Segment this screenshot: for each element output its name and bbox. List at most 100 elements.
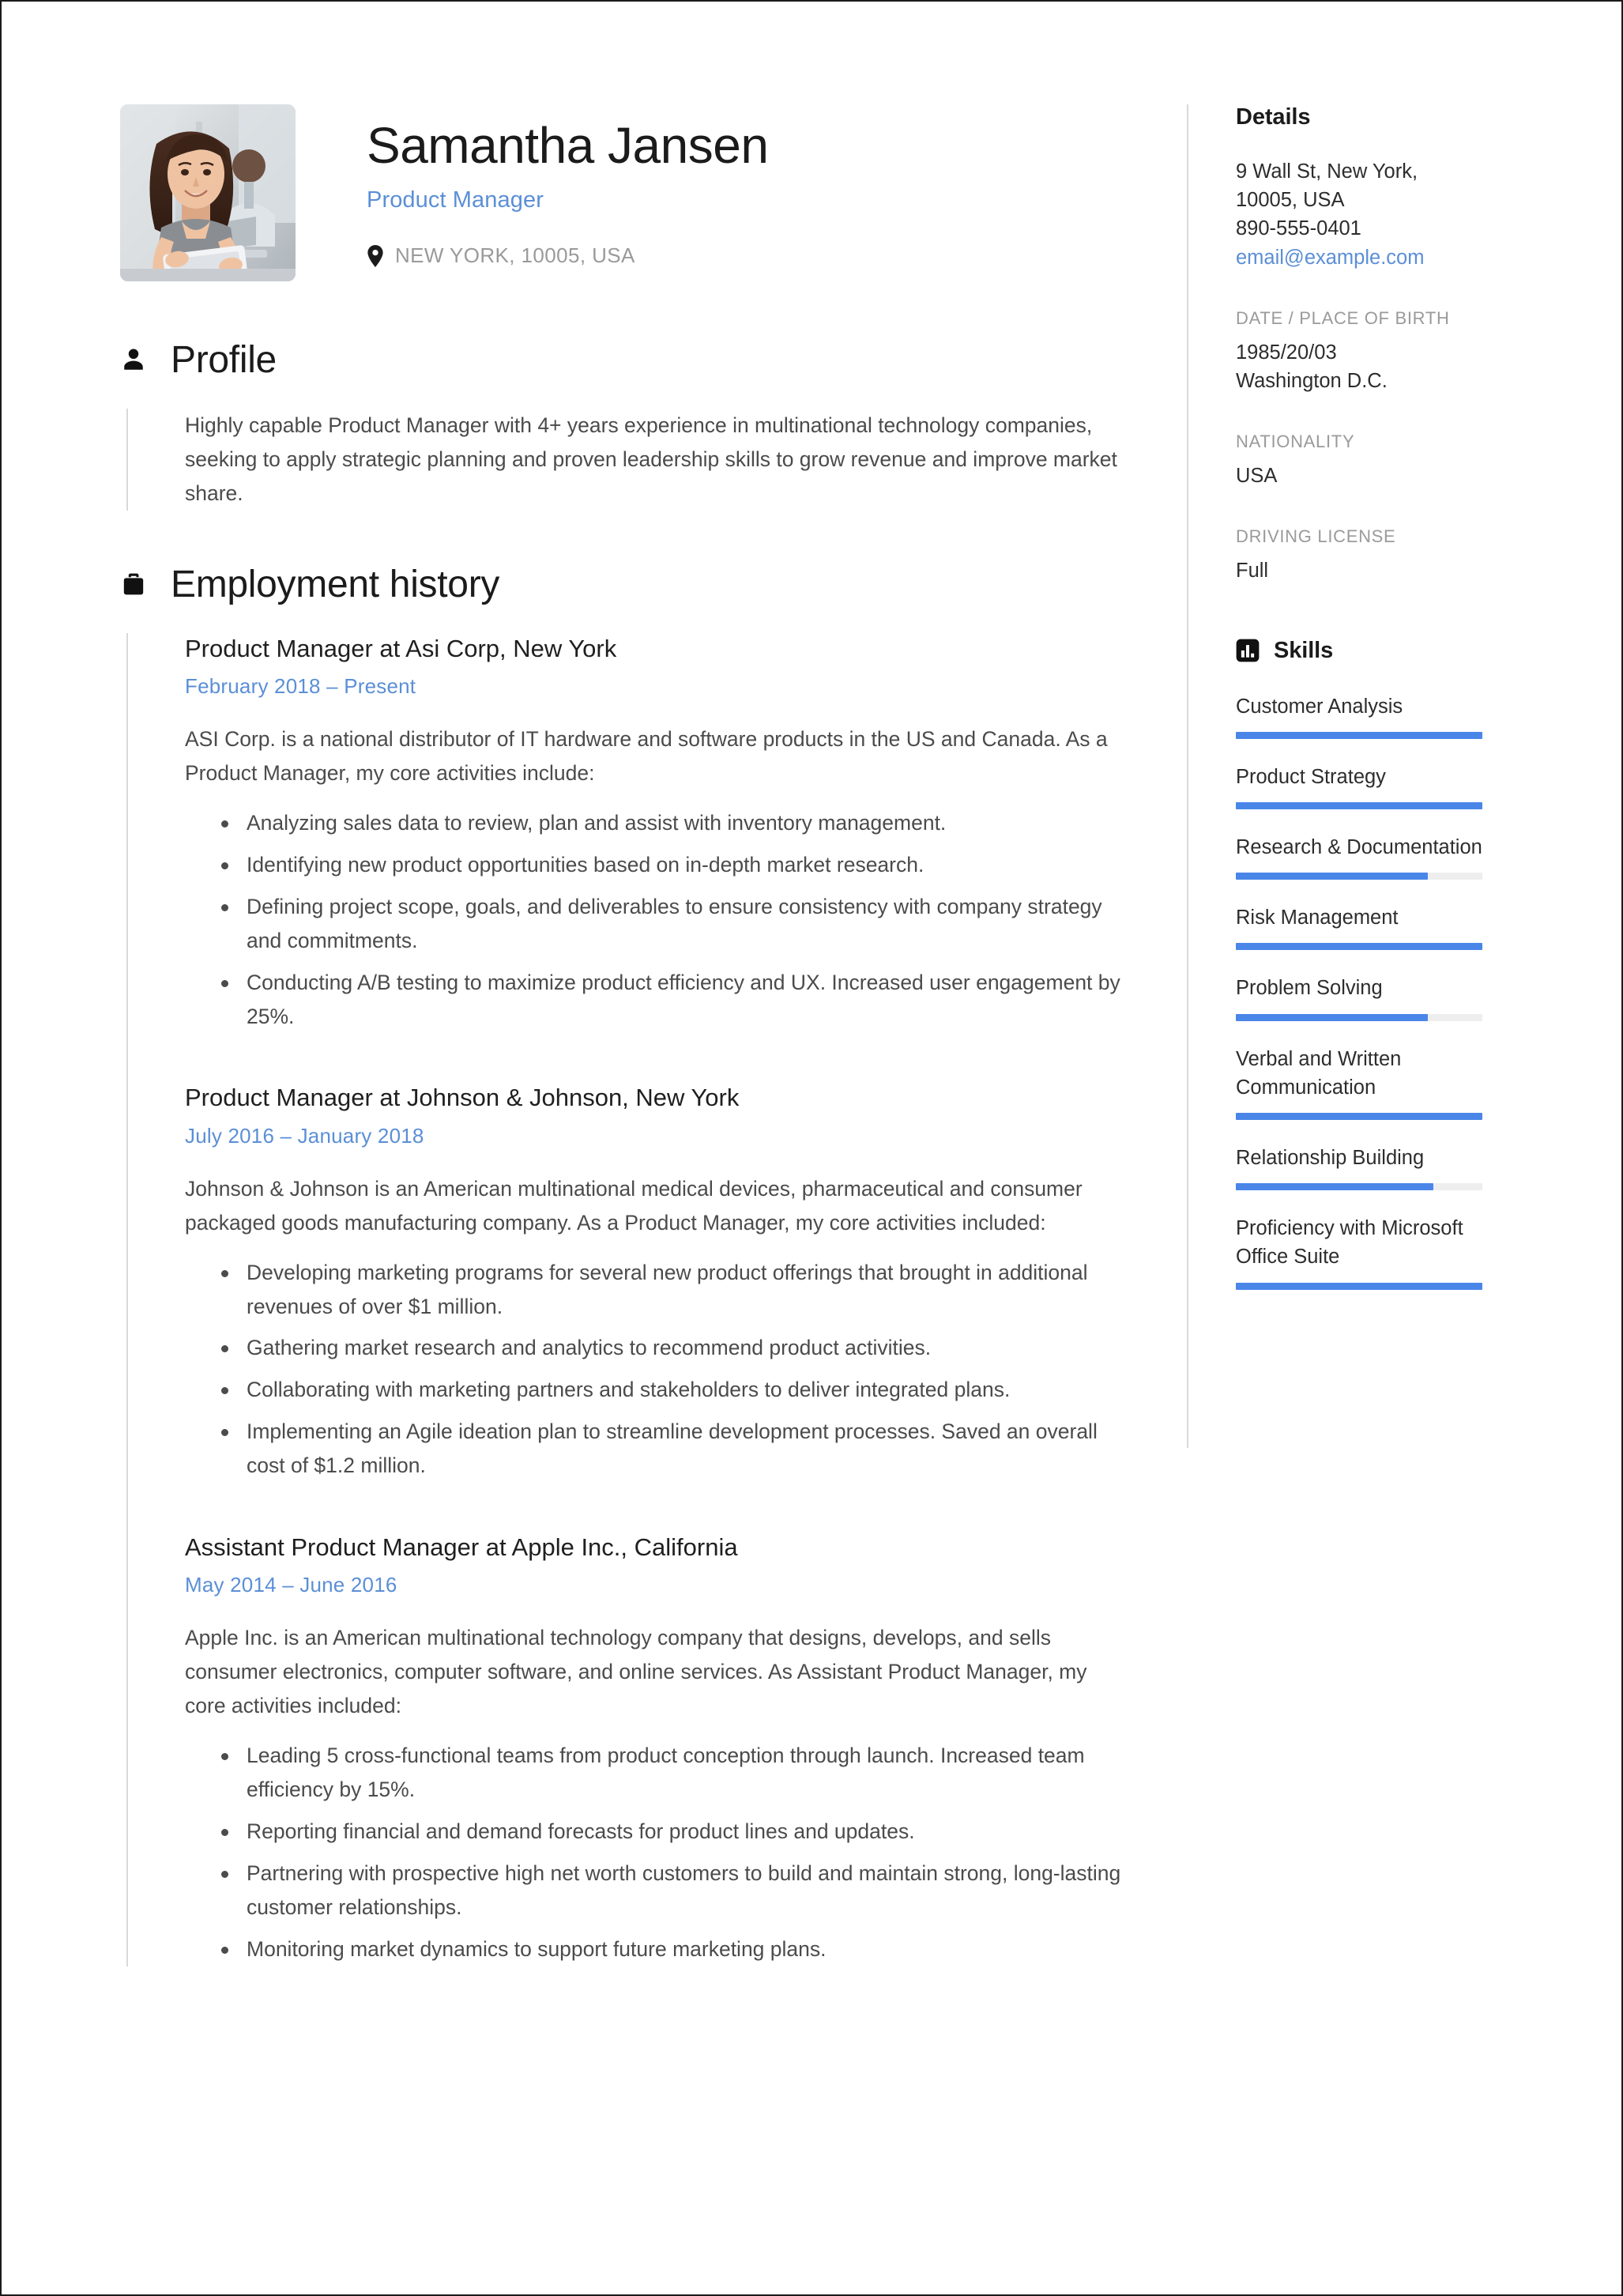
skill-item: Verbal and Written Communication — [1236, 1045, 1511, 1121]
page-title: Samantha Jansen — [367, 117, 769, 174]
email-link[interactable]: email@example.com — [1236, 243, 1511, 272]
skill-progress-track — [1236, 1013, 1482, 1021]
skill-label: Relationship Building — [1236, 1147, 1425, 1170]
profile-body: Highly capable Product Manager with 4+ y… — [126, 409, 1132, 511]
avatar-photo-icon — [120, 104, 296, 281]
address-line-1: 9 Wall St, New York, — [1236, 160, 1418, 183]
employment-entry-title: Assistant Product Manager at Apple Inc.,… — [185, 1533, 738, 1562]
details-contact-block: 9 Wall St, New York, 10005, USA 890-555-… — [1236, 157, 1511, 272]
list-item: Defining project scope, goals, and deliv… — [221, 890, 1132, 958]
detail-value: USA — [1236, 465, 1278, 488]
employment-body: Product Manager at Asi Corp, New York Fe… — [126, 632, 1132, 1966]
skill-progress-fill — [1236, 1113, 1482, 1121]
header-text-block: Samantha Jansen Product Manager NEW YORK… — [296, 104, 1132, 268]
list-item: Reporting financial and demand forecasts… — [221, 1815, 1132, 1849]
map-pin-icon — [367, 244, 383, 267]
person-icon — [124, 349, 143, 370]
skill-progress-track — [1236, 1183, 1482, 1191]
list-item: Implementing an Agile ideation plan to s… — [221, 1415, 1132, 1483]
profile-section-header: Profile — [120, 338, 1132, 382]
skill-progress-track — [1236, 1113, 1482, 1121]
employment-entry-dates: February 2018 – Present — [185, 674, 416, 699]
profile-section: Profile Highly capable Product Manager w… — [120, 338, 1132, 511]
skill-progress-track — [1236, 943, 1482, 951]
profile-text: Highly capable Product Manager with 4+ y… — [185, 413, 1117, 505]
skills-section-header: Skills — [1236, 638, 1511, 664]
detail-group-driving-license: DRIVING LICENSE Full — [1236, 526, 1511, 585]
employment-entry: Product Manager at Asi Corp, New York Fe… — [185, 633, 1132, 1034]
skill-progress-fill — [1236, 1183, 1433, 1191]
skill-progress-fill — [1236, 943, 1482, 951]
employment-entry-description: Apple Inc. is an American multinational … — [185, 1626, 1087, 1718]
skill-item: Research & Documentation — [1236, 833, 1511, 880]
phone-number: 890-555-0401 — [1236, 217, 1361, 240]
resume-sheet: Samantha Jansen Product Manager NEW YORK… — [2, 2, 1621, 2294]
detail-value: Full — [1236, 560, 1269, 582]
detail-value: 1985/20/03 — [1236, 341, 1337, 364]
skill-label: Verbal and Written Communication — [1236, 1047, 1402, 1099]
detail-group-nationality: NATIONALITY USA — [1236, 432, 1511, 490]
bar-chart-icon — [1236, 639, 1260, 662]
list-item: Analyzing sales data to review, plan and… — [221, 806, 1132, 840]
main-column: Samantha Jansen Product Manager NEW YORK… — [120, 104, 1187, 1966]
skill-item: Proficiency with Microsoft Office Suite — [1236, 1214, 1511, 1290]
detail-label: DATE / PLACE OF BIRTH — [1236, 307, 1450, 328]
location-text: NEW YORK, 10005, USA — [395, 243, 635, 268]
job-title: Product Manager — [367, 187, 544, 213]
skills-list: Customer Analysis Product Strategy Resea… — [1236, 692, 1511, 1290]
employment-entry-dates: May 2014 – June 2016 — [185, 1573, 397, 1597]
skill-item: Risk Management — [1236, 903, 1511, 951]
employment-entry-bullets: Leading 5 cross-functional teams from pr… — [185, 1739, 1132, 1966]
list-item: Collaborating with marketing partners an… — [221, 1373, 1132, 1407]
employment-section-header: Employment history — [120, 563, 1132, 606]
skill-item: Relationship Building — [1236, 1144, 1511, 1191]
resume-header: Samantha Jansen Product Manager NEW YORK… — [120, 104, 1132, 281]
detail-label: NATIONALITY — [1236, 432, 1355, 452]
skill-label: Research & Documentation — [1236, 836, 1482, 859]
skill-progress-track — [1236, 873, 1482, 880]
skill-item: Problem Solving — [1236, 974, 1511, 1021]
skill-label: Proficiency with Microsoft Office Suite — [1236, 1217, 1463, 1269]
skill-label: Customer Analysis — [1236, 695, 1403, 718]
resume-page: Samantha Jansen Product Manager NEW YORK… — [0, 0, 1623, 2296]
list-item: Partnering with prospective high net wor… — [221, 1857, 1132, 1925]
details-heading: Details — [1236, 104, 1311, 130]
employment-entry-description: ASI Corp. is a national distributor of I… — [185, 727, 1108, 785]
profile-heading: Profile — [171, 339, 277, 381]
skill-progress-fill — [1236, 1282, 1482, 1290]
skill-progress-fill — [1236, 1013, 1429, 1021]
sidebar: Details 9 Wall St, New York, 10005, USA … — [1187, 104, 1511, 1448]
skill-progress-track — [1236, 731, 1482, 739]
employment-section: Employment history Product Manager at As… — [120, 563, 1132, 1966]
detail-group-birth: DATE / PLACE OF BIRTH 1985/20/03 Washing… — [1236, 308, 1511, 395]
list-item: Monitoring market dynamics to support fu… — [221, 1932, 1132, 1966]
skill-item: Customer Analysis — [1236, 692, 1511, 739]
avatar — [120, 104, 296, 281]
list-item: Conducting A/B testing to maximize produ… — [221, 966, 1132, 1034]
skill-item: Product Strategy — [1236, 763, 1511, 810]
employment-entry-title: Product Manager at Johnson & Johnson, Ne… — [185, 1084, 740, 1112]
employment-heading: Employment history — [171, 563, 500, 605]
employment-entry-description: Johnson & Johnson is an American multina… — [185, 1176, 1083, 1235]
skill-label: Product Strategy — [1236, 765, 1386, 788]
skill-progress-fill — [1236, 802, 1482, 810]
list-item: Developing marketing programs for severa… — [221, 1256, 1132, 1324]
employment-entry-bullets: Analyzing sales data to review, plan and… — [185, 806, 1132, 1034]
detail-value: Washington D.C. — [1236, 370, 1388, 393]
skill-progress-fill — [1236, 873, 1429, 880]
skill-label: Risk Management — [1236, 907, 1399, 929]
skills-heading: Skills — [1274, 637, 1334, 663]
employment-entry: Assistant Product Manager at Apple Inc.,… — [185, 1532, 1132, 1966]
employment-entry: Product Manager at Johnson & Johnson, Ne… — [185, 1082, 1132, 1483]
location-row: NEW YORK, 10005, USA — [367, 243, 1132, 268]
list-item: Identifying new product opportunities ba… — [221, 848, 1132, 882]
employment-entry-title: Product Manager at Asi Corp, New York — [185, 634, 617, 662]
detail-label: DRIVING LICENSE — [1236, 526, 1396, 547]
skill-label: Problem Solving — [1236, 977, 1383, 1000]
list-item: Leading 5 cross-functional teams from pr… — [221, 1739, 1132, 1807]
employment-entry-bullets: Developing marketing programs for severa… — [185, 1256, 1132, 1484]
skill-progress-track — [1236, 1282, 1482, 1290]
employment-entry-dates: July 2016 – January 2018 — [185, 1123, 424, 1148]
address-line-2: 10005, USA — [1236, 189, 1345, 212]
briefcase-icon — [123, 573, 144, 595]
